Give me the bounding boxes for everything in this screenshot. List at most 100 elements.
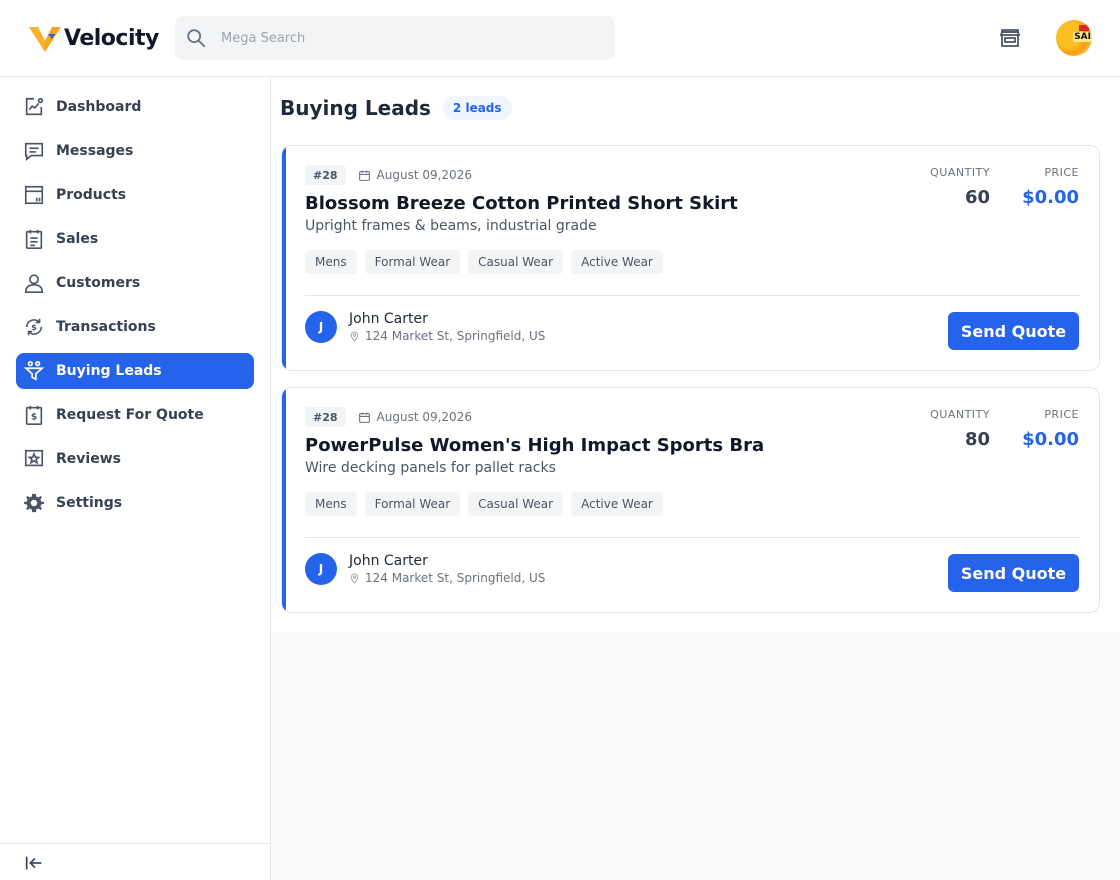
sidebar-footer <box>0 843 270 880</box>
sidebar-item-products[interactable]: Products <box>16 177 254 213</box>
sidebar-item-request-for-quote[interactable]: $ Request For Quote <box>16 397 254 433</box>
buyer-details: John Carter 124 Market St, Springfield, … <box>349 553 545 585</box>
clipboard-icon <box>25 229 43 249</box>
funnel-icon <box>23 361 45 381</box>
buyer-address-text: 124 Market St, Springfield, US <box>365 571 546 585</box>
tag-chip: Formal Wear <box>364 250 461 274</box>
lead-card: #28 August 09,2026 Blossom Breeze Cotton… <box>281 145 1100 371</box>
title-row: Buying Leads 2 leads <box>280 96 512 120</box>
location-pin-icon <box>350 573 359 584</box>
exchange-icon: $ <box>25 318 43 336</box>
sidebar-nav: Dashboard Messages Products Sales Custom… <box>16 89 254 529</box>
sidebar: Dashboard Messages Products Sales Custom… <box>0 77 271 880</box>
price-label: PRICE <box>1044 408 1079 421</box>
lead-description: Wire decking panels for pallet racks <box>305 460 556 476</box>
buyer-name: John Carter <box>349 553 428 569</box>
lead-id-badge: #28 <box>305 407 346 427</box>
svg-text:$: $ <box>31 322 37 332</box>
sidebar-item-label: Settings <box>56 495 123 511</box>
calendar-icon <box>358 412 370 423</box>
mega-search[interactable] <box>175 16 615 60</box>
lead-date-text: August 09,2026 <box>376 410 472 424</box>
lead-id-badge: #28 <box>305 165 346 185</box>
lead-meta: #28 August 09,2026 <box>305 165 472 185</box>
lead-date-text: August 09,2026 <box>376 168 472 182</box>
lead-tags: Mens Formal Wear Casual Wear Active Wear <box>305 250 671 274</box>
buyer-avatar: J <box>305 311 337 343</box>
lead-description: Upright frames & beams, industrial grade <box>305 218 597 234</box>
sidebar-item-label: Customers <box>56 275 141 291</box>
avatar-flag <box>1079 25 1089 31</box>
sidebar-item-label: Sales <box>56 231 99 247</box>
avatar-label: SAI <box>1073 32 1092 42</box>
tag-chip: Mens <box>305 492 357 516</box>
buyer-info: J John Carter 124 Market St, Springfield… <box>305 553 545 585</box>
card-divider <box>305 537 1080 538</box>
tag-chip: Formal Wear <box>364 492 461 516</box>
user-avatar[interactable]: SAI <box>1056 20 1092 56</box>
app-name: Velocity <box>64 25 159 51</box>
send-quote-button[interactable]: Send Quote <box>948 554 1079 592</box>
chart-icon <box>25 97 44 116</box>
calendar-icon <box>358 170 370 181</box>
sidebar-item-label: Request For Quote <box>56 407 204 423</box>
price-value: $0.00 <box>1022 187 1079 208</box>
buyer-details: John Carter 124 Market St, Springfield, … <box>349 311 545 343</box>
quantity-column: QUANTITY 60 <box>902 166 990 208</box>
quantity-label: QUANTITY <box>930 166 990 179</box>
sidebar-item-reviews[interactable]: Reviews <box>16 441 254 477</box>
price-column: PRICE $0.00 <box>1002 166 1079 208</box>
sidebar-item-messages[interactable]: Messages <box>16 133 254 169</box>
app-logo[interactable]: Velocity <box>28 22 159 54</box>
message-icon <box>24 142 44 161</box>
card-accent <box>282 146 286 370</box>
quantity-label: QUANTITY <box>930 408 990 421</box>
tag-chip: Mens <box>305 250 357 274</box>
sidebar-item-label: Dashboard <box>56 99 142 115</box>
search-icon <box>187 29 206 48</box>
user-icon <box>24 274 44 293</box>
sidebar-item-sales[interactable]: Sales <box>16 221 254 257</box>
sidebar-item-label: Transactions <box>56 319 156 335</box>
sidebar-item-settings[interactable]: Settings <box>16 485 254 521</box>
sidebar-item-customers[interactable]: Customers <box>16 265 254 301</box>
quote-icon: $ <box>25 405 43 425</box>
box-icon <box>24 185 44 205</box>
buyer-address-text: 124 Market St, Springfield, US <box>365 329 546 343</box>
sidebar-item-label: Messages <box>56 143 134 159</box>
buyer-info: J John Carter 124 Market St, Springfield… <box>305 311 545 343</box>
tag-chip: Casual Wear <box>468 492 564 516</box>
tag-chip: Active Wear <box>571 250 663 274</box>
sidebar-item-transactions[interactable]: $ Transactions <box>16 309 254 345</box>
price-column: PRICE $0.00 <box>1002 408 1079 450</box>
velocity-logo-icon <box>29 27 61 52</box>
lead-meta: #28 August 09,2026 <box>305 407 472 427</box>
star-icon <box>24 449 44 467</box>
tag-chip: Active Wear <box>571 492 663 516</box>
sidebar-item-dashboard[interactable]: Dashboard <box>16 89 254 125</box>
location-pin-icon <box>350 331 359 342</box>
price-label: PRICE <box>1044 166 1079 179</box>
buyer-address: 124 Market St, Springfield, US <box>349 571 545 585</box>
tag-chip: Casual Wear <box>468 250 564 274</box>
search-input[interactable] <box>221 30 601 46</box>
price-value: $0.00 <box>1022 429 1079 450</box>
collapse-icon[interactable] <box>23 852 45 874</box>
lead-title: Blossom Breeze Cotton Printed Short Skir… <box>305 193 738 214</box>
store-icon[interactable] <box>998 26 1022 50</box>
sidebar-item-label: Products <box>56 187 127 203</box>
page-title: Buying Leads <box>280 96 431 120</box>
quantity-value: 60 <box>964 187 990 208</box>
gear-icon <box>23 493 45 513</box>
send-quote-button[interactable]: Send Quote <box>948 312 1079 350</box>
top-header: Velocity SAI <box>0 0 1120 77</box>
svg-text:$: $ <box>31 412 37 423</box>
lead-card: #28 August 09,2026 PowerPulse Women's Hi… <box>281 387 1100 613</box>
card-divider <box>305 295 1080 296</box>
sidebar-item-buying-leads[interactable]: Buying Leads <box>16 353 254 389</box>
quantity-column: QUANTITY 80 <box>902 408 990 450</box>
lead-title: PowerPulse Women's High Impact Sports Br… <box>305 435 765 456</box>
lead-date: August 09,2026 <box>358 168 472 182</box>
buyer-address: 124 Market St, Springfield, US <box>349 329 545 343</box>
lead-tags: Mens Formal Wear Casual Wear Active Wear <box>305 492 671 516</box>
